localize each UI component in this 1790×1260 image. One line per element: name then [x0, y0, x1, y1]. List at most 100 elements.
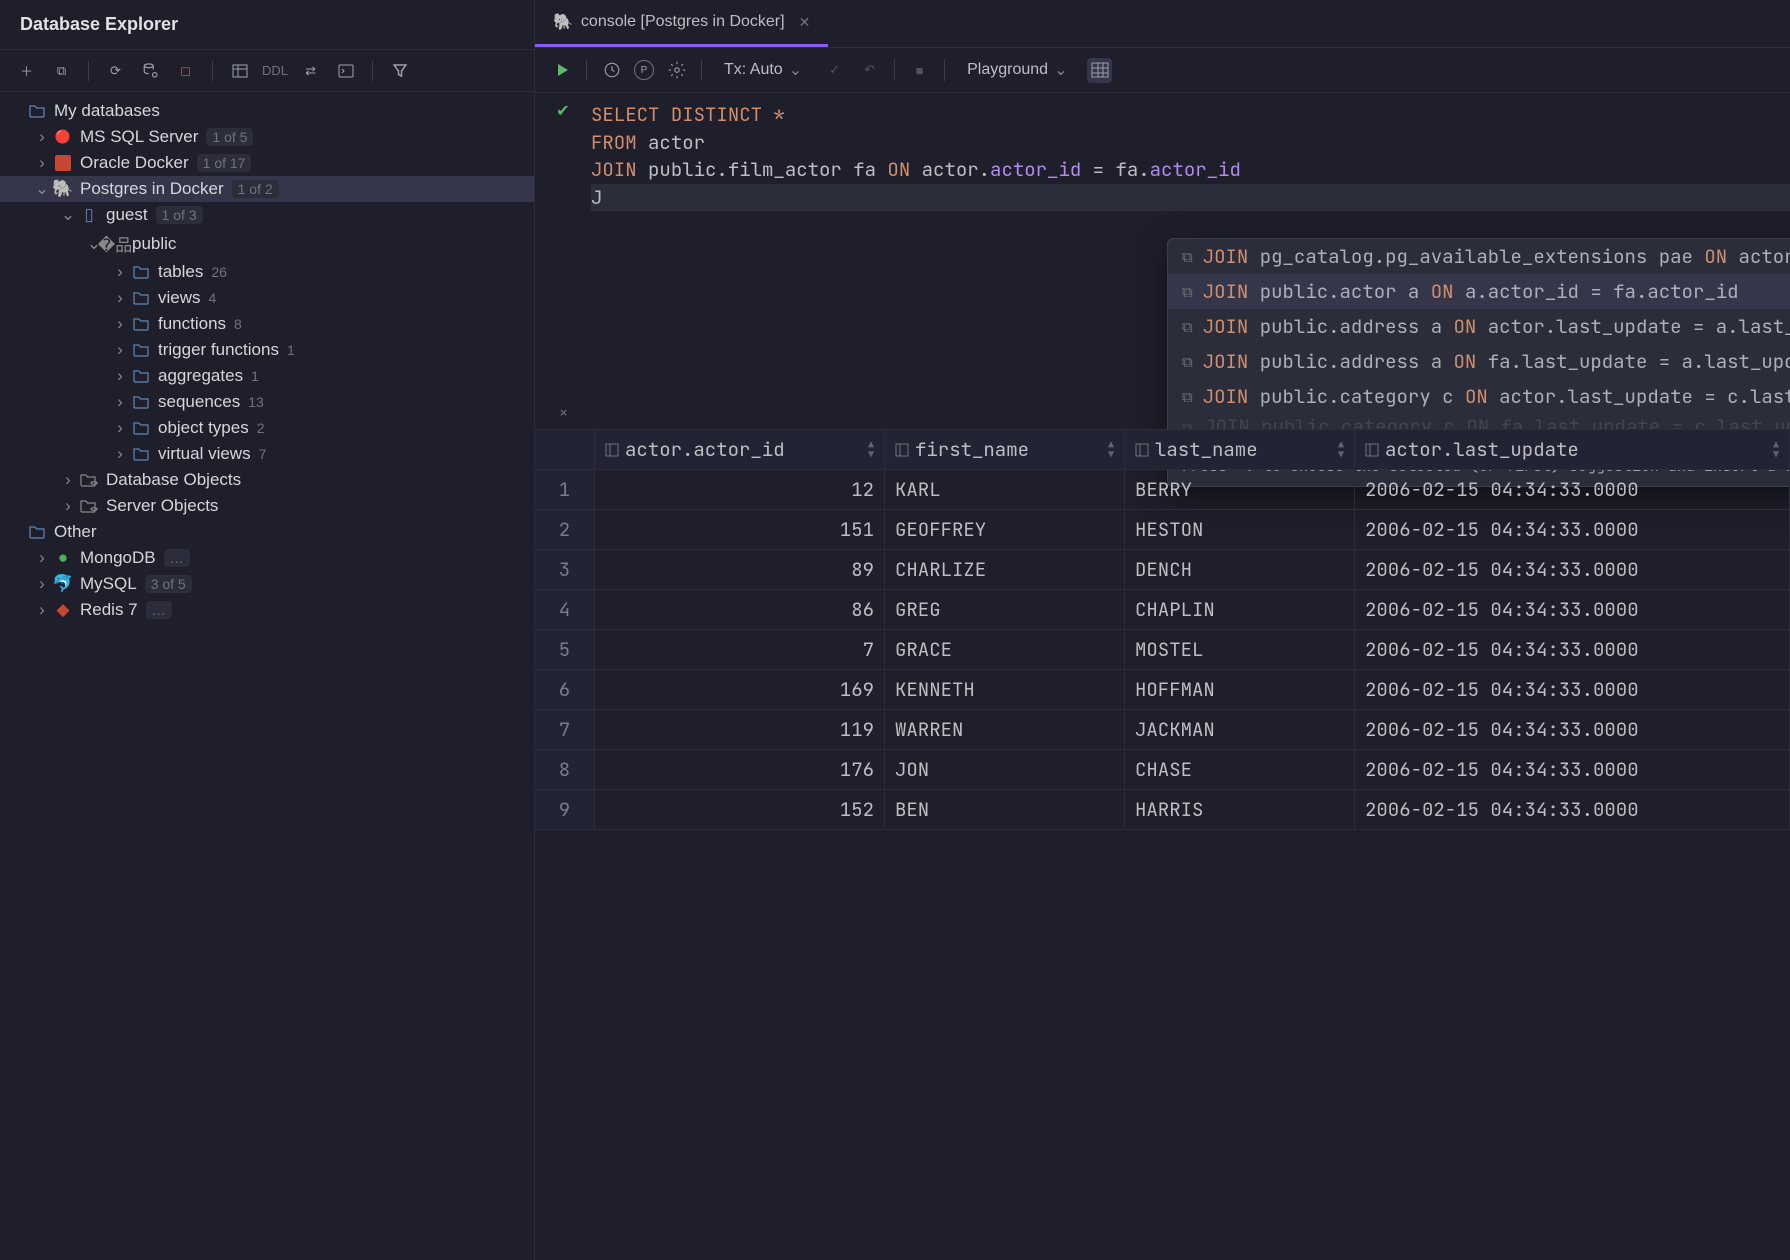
cell[interactable]: BERRY	[1125, 470, 1355, 510]
cell[interactable]: BEN	[885, 790, 1125, 830]
sql-editor[interactable]: ✔ SELECT DISTINCT *FROM actor JOIN publi…	[535, 93, 1790, 219]
cell[interactable]: 2006-02-15 04:34:33.0000	[1355, 710, 1790, 750]
database-sync-icon[interactable]	[138, 58, 163, 83]
autocomplete-item[interactable]: ⧉JOIN public.actor a ON a.actor_id = fa.…	[1168, 274, 1790, 309]
tree-item-public[interactable]: ⌄�品public	[0, 228, 534, 259]
diff-icon[interactable]: ⇄	[298, 58, 323, 83]
chevron-icon[interactable]: ›	[112, 288, 128, 308]
row-number[interactable]: 1	[535, 470, 595, 510]
column-header[interactable]: first_name▲▼	[885, 430, 1125, 470]
cell[interactable]: MOSTEL	[1125, 630, 1355, 670]
column-header[interactable]: last_name▲▼	[1125, 430, 1355, 470]
cell[interactable]: 2006-02-15 04:34:33.0000	[1355, 470, 1790, 510]
column-header[interactable]: actor.actor_id▲▼	[595, 430, 885, 470]
tree-item-other[interactable]: Other	[0, 519, 534, 545]
chevron-icon[interactable]: ›	[112, 340, 128, 360]
chevron-icon[interactable]: ⌄	[60, 205, 76, 225]
tree-item-server-objects[interactable]: ›Server Objects	[0, 493, 534, 519]
row-number[interactable]: 6	[535, 670, 595, 710]
table-icon[interactable]	[227, 58, 252, 83]
autocomplete-item[interactable]: ⧉JOIN public.address a ON fa.last_update…	[1168, 344, 1790, 379]
stop-icon[interactable]: ◻	[173, 58, 198, 83]
cell[interactable]: WARREN	[885, 710, 1125, 750]
cell[interactable]: HOFFMAN	[1125, 670, 1355, 710]
copy-icon[interactable]: ⧉	[49, 58, 74, 83]
tree-item-database-objects[interactable]: ›Database Objects	[0, 467, 534, 493]
row-number[interactable]: 2	[535, 510, 595, 550]
tree-item-sequences[interactable]: ›sequences13	[0, 389, 534, 415]
settings-icon[interactable]	[664, 58, 689, 83]
chevron-icon[interactable]: ›	[112, 392, 128, 412]
cell[interactable]: HESTON	[1125, 510, 1355, 550]
playground-dropdown[interactable]: Playground ⌄	[957, 56, 1077, 84]
cell[interactable]: 2006-02-15 04:34:33.0000	[1355, 590, 1790, 630]
results-grid[interactable]: actor.actor_id▲▼first_name▲▼last_name▲▼a…	[535, 430, 1790, 830]
chevron-icon[interactable]: ›	[60, 496, 76, 516]
cell[interactable]: CHARLIZE	[885, 550, 1125, 590]
add-icon[interactable]: ＋	[14, 58, 39, 83]
cell[interactable]: CHASE	[1125, 750, 1355, 790]
chevron-icon[interactable]: ›	[112, 418, 128, 438]
tree-item-tables[interactable]: ›tables26	[0, 259, 534, 285]
cell[interactable]: GEOFFREY	[885, 510, 1125, 550]
row-number[interactable]: 5	[535, 630, 595, 670]
chevron-icon[interactable]: ›	[112, 444, 128, 464]
tab-console[interactable]: 🐘 console [Postgres in Docker] ✕	[535, 0, 828, 47]
tree-item-trigger-functions[interactable]: ›trigger functions1	[0, 337, 534, 363]
chevron-icon[interactable]: ›	[34, 574, 50, 594]
tx-mode-dropdown[interactable]: Tx: Auto ⌄	[714, 56, 812, 84]
rollback-icon[interactable]: ↶	[857, 58, 882, 83]
refresh-icon[interactable]: ⟳	[103, 58, 128, 83]
tree-item-mysql[interactable]: ›🐬MySQL3 of 5	[0, 571, 534, 597]
autocomplete-item[interactable]: ⧉JOIN public.category c ON actor.last_up…	[1168, 379, 1790, 414]
cell[interactable]: 2006-02-15 04:34:33.0000	[1355, 630, 1790, 670]
cell[interactable]: GRACE	[885, 630, 1125, 670]
chevron-icon[interactable]: ›	[34, 127, 50, 147]
tree-item-ms-sql-server[interactable]: ›🔴MS SQL Server1 of 5	[0, 124, 534, 150]
cell[interactable]: 119	[595, 710, 885, 750]
sort-icon[interactable]: ▲▼	[1773, 440, 1779, 460]
sort-icon[interactable]: ▲▼	[868, 440, 874, 460]
chevron-icon[interactable]: ›	[60, 470, 76, 490]
cell[interactable]: 12	[595, 470, 885, 510]
cell[interactable]: JON	[885, 750, 1125, 790]
cell[interactable]: 2006-02-15 04:34:33.0000	[1355, 750, 1790, 790]
row-number[interactable]: 9	[535, 790, 595, 830]
cell[interactable]: HARRIS	[1125, 790, 1355, 830]
history-icon[interactable]	[599, 58, 624, 83]
cell[interactable]: CHAPLIN	[1125, 590, 1355, 630]
chevron-icon[interactable]: ›	[34, 600, 50, 620]
commit-icon[interactable]: ✓	[822, 58, 847, 83]
chevron-icon[interactable]: ›	[34, 548, 50, 568]
cell[interactable]: KARL	[885, 470, 1125, 510]
tree-item-postgres-in-docker[interactable]: ⌄🐘Postgres in Docker1 of 2	[0, 176, 534, 202]
chevron-icon[interactable]: ⌄	[34, 179, 50, 199]
tree-item-redis-7[interactable]: ›◆Redis 7…	[0, 597, 534, 623]
ddl-button[interactable]: DDL	[262, 63, 288, 78]
column-header[interactable]: actor.last_update▲▼	[1355, 430, 1790, 470]
filter-icon[interactable]	[387, 58, 412, 83]
chevron-icon[interactable]: ›	[112, 314, 128, 334]
table-view-icon[interactable]	[1087, 58, 1112, 83]
cell[interactable]: JACKMAN	[1125, 710, 1355, 750]
stop-query-icon[interactable]: ■	[907, 58, 932, 83]
cell[interactable]: KENNETH	[885, 670, 1125, 710]
cell[interactable]: 169	[595, 670, 885, 710]
tree-item-functions[interactable]: ›functions8	[0, 311, 534, 337]
cell[interactable]: 2006-02-15 04:34:33.0000	[1355, 670, 1790, 710]
tree-item-virtual-views[interactable]: ›virtual views7	[0, 441, 534, 467]
chevron-icon[interactable]: ›	[112, 262, 128, 282]
cell[interactable]: 176	[595, 750, 885, 790]
chevron-icon[interactable]: ›	[34, 153, 50, 173]
cell[interactable]: 2006-02-15 04:34:33.0000	[1355, 550, 1790, 590]
close-results-icon[interactable]: ✕	[551, 400, 576, 425]
cell[interactable]: GREG	[885, 590, 1125, 630]
tree-item-my-databases[interactable]: My databases	[0, 98, 534, 124]
cell[interactable]: 7	[595, 630, 885, 670]
cell[interactable]: 152	[595, 790, 885, 830]
cell[interactable]: 89	[595, 550, 885, 590]
row-number[interactable]: 3	[535, 550, 595, 590]
autocomplete-item[interactable]: ⧉JOIN pg_catalog.pg_available_extensions…	[1168, 239, 1790, 274]
tab-close-icon[interactable]: ✕	[799, 14, 811, 31]
chevron-icon[interactable]: ›	[112, 366, 128, 386]
